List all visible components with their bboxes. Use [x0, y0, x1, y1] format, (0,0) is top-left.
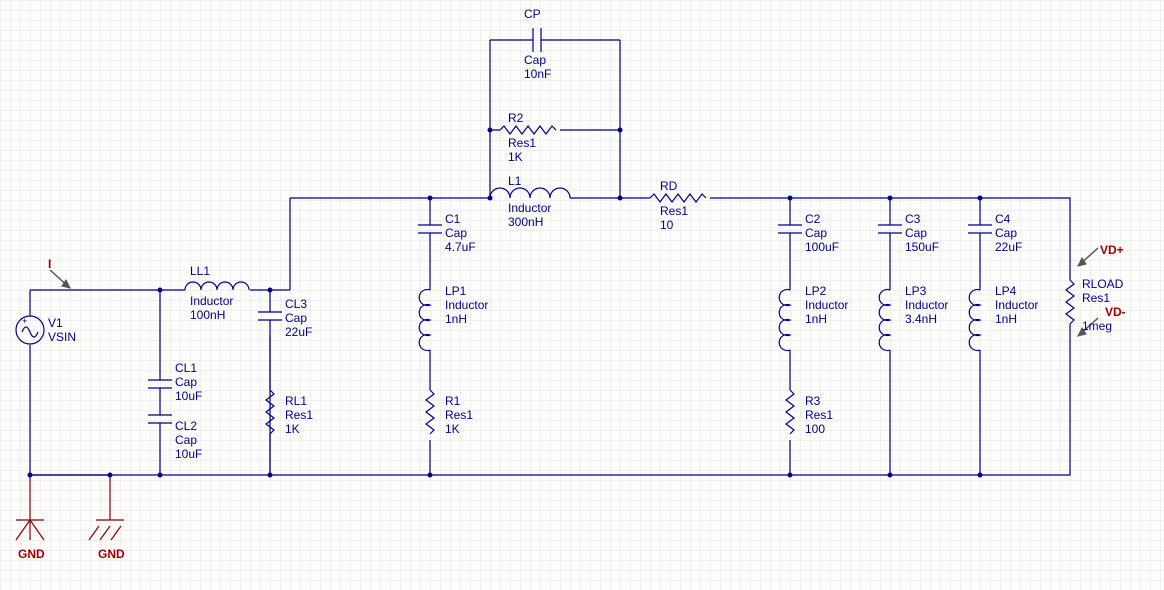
source-vsin-icon: + [16, 316, 44, 344]
inductor-icon [879, 290, 890, 351]
ref-R3: R3 [805, 395, 820, 408]
type-R3: Res1 [805, 409, 833, 422]
capacitor-icon [148, 400, 172, 430]
net-gnd2: GND [98, 548, 125, 561]
ref-LP1: LP1 [445, 285, 466, 298]
resistor-icon [786, 390, 794, 434]
ref-C1: C1 [445, 213, 460, 226]
type-C3: Cap [905, 227, 927, 240]
resistor-icon [500, 126, 556, 134]
ref-LP4: LP4 [995, 285, 1016, 298]
inductor-icon [779, 290, 790, 351]
type-C2: Cap [805, 227, 827, 240]
capacitor-icon [968, 210, 992, 250]
val-C1: 4.7uF [445, 241, 476, 254]
val-LP4: 1nH [995, 313, 1017, 326]
ref-C2: C2 [805, 213, 820, 226]
type-CL2: Cap [175, 434, 197, 447]
ref-RLOAD: RLOAD [1082, 278, 1123, 291]
capacitor-icon [418, 210, 442, 250]
val-V1: VSIN [48, 331, 76, 344]
ref-CP: CP [524, 8, 541, 21]
schematic-svg: + [0, 0, 1164, 590]
type-LP3: Inductor [905, 299, 948, 312]
inductor-icon [419, 290, 430, 351]
ref-LL1: LL1 [190, 265, 210, 278]
val-CL3: 22uF [285, 326, 312, 339]
probe-i-icon [50, 270, 70, 288]
type-C1: Cap [445, 227, 467, 240]
capacitor-icon [520, 28, 555, 52]
ref-CL1: CL1 [175, 362, 197, 375]
ref-LP3: LP3 [905, 285, 926, 298]
val-RLOAD: 1meg [1082, 320, 1112, 333]
val-R1: 1K [445, 423, 460, 436]
ref-R1: R1 [445, 395, 460, 408]
inductor-icon [969, 290, 980, 351]
capacitor-icon [148, 365, 172, 400]
inductor-icon [185, 282, 249, 290]
val-LP1: 1nH [445, 313, 467, 326]
ref-V1: V1 [48, 317, 63, 330]
probe-vdplus-icon [1078, 248, 1098, 266]
val-LP2: 1nH [805, 313, 827, 326]
resistor-icon [426, 390, 434, 434]
val-R2: 1K [508, 151, 523, 164]
ref-C4: C4 [995, 213, 1010, 226]
val-RD: 10 [660, 219, 673, 232]
type-RL1: Res1 [285, 409, 313, 422]
inductor-icon [490, 188, 570, 198]
ref-CL2: CL2 [175, 420, 197, 433]
type-R2: Res1 [508, 137, 536, 150]
type-CP: Cap [524, 54, 546, 67]
type-RLOAD: Res1 [1082, 292, 1110, 305]
ref-RD: RD [660, 180, 677, 193]
resistor-icon [1066, 270, 1074, 335]
signal-gnd-icon [30, 475, 124, 540]
ref-C3: C3 [905, 213, 920, 226]
type-L1: Inductor [508, 202, 551, 215]
type-RD: Res1 [660, 205, 688, 218]
type-LP2: Inductor [805, 299, 848, 312]
val-CL2: 10uF [175, 448, 202, 461]
power-gnd-icon [16, 475, 44, 540]
capacitor-icon [258, 300, 282, 335]
val-LP3: 3.4nH [905, 313, 937, 326]
type-CL1: Cap [175, 376, 197, 389]
ref-R2: R2 [508, 112, 523, 125]
svg-text:+: + [22, 316, 27, 326]
net-vdplus: VD+ [1100, 244, 1124, 257]
val-L1: 300nH [508, 216, 543, 229]
ref-L1: L1 [508, 175, 521, 188]
schematic-canvas: + [0, 0, 1164, 590]
net-vdminus: VD- [1105, 306, 1126, 319]
val-C3: 150uF [905, 241, 939, 254]
ref-RL1: RL1 [285, 395, 307, 408]
capacitor-icon [878, 210, 902, 250]
type-LP1: Inductor [445, 299, 488, 312]
net-probe-i: I [48, 258, 51, 271]
capacitor-icon [778, 210, 802, 250]
type-C4: Cap [995, 227, 1017, 240]
val-R3: 100 [805, 423, 825, 436]
val-LL1: 100nH [190, 309, 225, 322]
val-C4: 22uF [995, 241, 1022, 254]
val-CP: 10nF [524, 68, 551, 81]
net-gnd1: GND [18, 548, 45, 561]
val-C2: 100uF [805, 241, 839, 254]
type-CL3: Cap [285, 312, 307, 325]
val-RL1: 1K [285, 423, 300, 436]
resistor-icon [650, 194, 706, 202]
type-LP4: Inductor [995, 299, 1038, 312]
ref-LP2: LP2 [805, 285, 826, 298]
type-LL1: Inductor [190, 295, 233, 308]
ref-CL3: CL3 [285, 298, 307, 311]
val-CL1: 10uF [175, 390, 202, 403]
type-R1: Res1 [445, 409, 473, 422]
